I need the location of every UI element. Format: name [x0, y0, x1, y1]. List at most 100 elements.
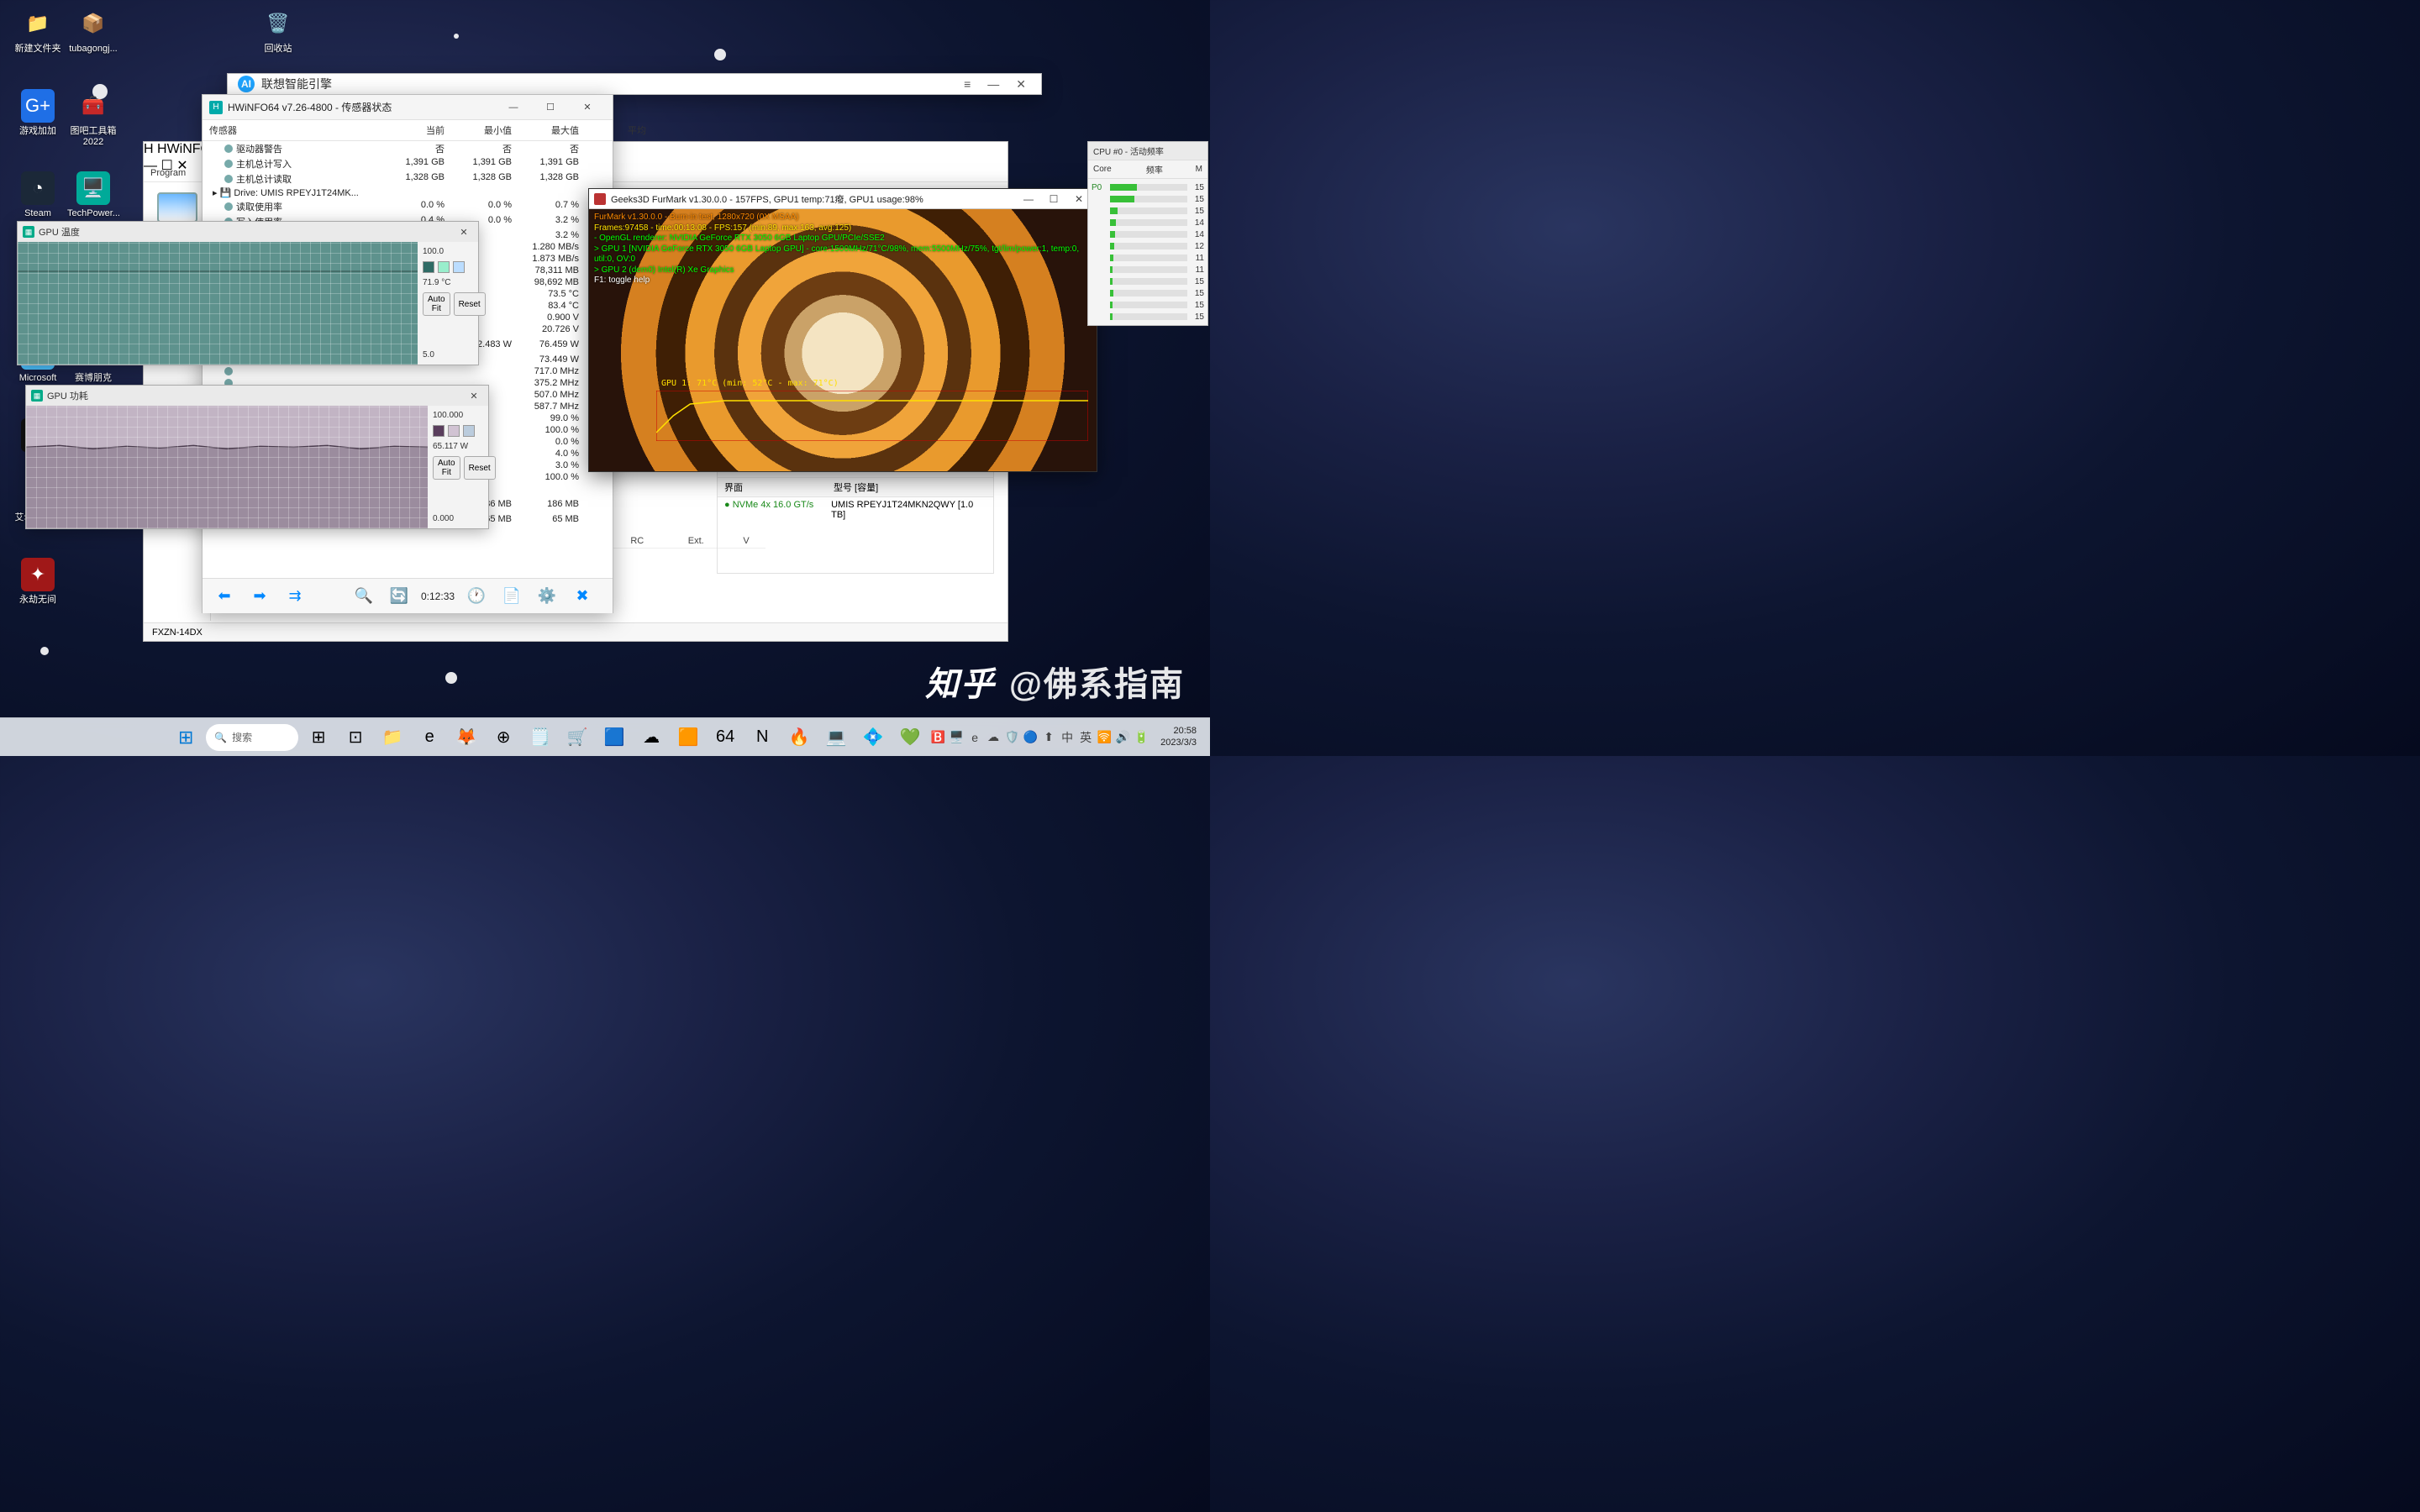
swatch-3[interactable]	[463, 425, 475, 437]
tray-icon[interactable]: 英	[1078, 730, 1093, 745]
close-x-icon[interactable]: ✖	[569, 583, 596, 610]
taskbar-app[interactable]: e	[413, 721, 446, 754]
desktop-icon[interactable]: G+游戏加加	[12, 89, 64, 137]
tray-icon[interactable]: 🛡️	[1004, 730, 1019, 745]
reset-button[interactable]: Reset	[464, 456, 496, 480]
tray-icon[interactable]: 🔵	[1023, 730, 1038, 745]
tray-icon[interactable]: ⬆	[1041, 730, 1056, 745]
cpuf-col-core: Core	[1093, 165, 1113, 174]
sensor-row[interactable]: 主机总计读取1,328 GB1,328 GB1,328 GB	[203, 171, 613, 186]
nav-dbl-icon[interactable]: ⇉	[281, 583, 308, 610]
search-icon[interactable]: 🔍	[350, 583, 377, 610]
sensor-row[interactable]: 717.0 MHz1,503.2 MHz	[203, 365, 613, 377]
close-icon[interactable]: ✕	[465, 391, 483, 402]
taskbar-app[interactable]: 🗒️	[523, 721, 557, 754]
tray-icon[interactable]: e	[967, 730, 982, 745]
search-placeholder: 搜索	[232, 730, 252, 744]
taskbar-app[interactable]: 🟧	[671, 721, 705, 754]
tray-icon[interactable]: 🔊	[1115, 730, 1130, 745]
taskbar-app[interactable]: ⊡	[339, 721, 372, 754]
nav-fwd-icon[interactable]: ➡	[246, 583, 273, 610]
desktop-icon[interactable]: 🧰图吧工具箱 2022	[67, 89, 119, 148]
sensor-row[interactable]: ▸ 💾 Drive: UMIS RPEYJ1T24MK...	[203, 186, 613, 199]
swatch-2[interactable]	[448, 425, 460, 437]
maximize-button[interactable]: ☐	[532, 96, 569, 119]
close-icon[interactable]: ✕	[455, 227, 473, 238]
taskbar-clock[interactable]: 20:58 2023/3/3	[1154, 726, 1203, 748]
summary-monitor-icon	[157, 192, 197, 223]
tray-icon[interactable]: 🔋	[1134, 730, 1149, 745]
nav-back-icon[interactable]: ⬅	[211, 583, 238, 610]
taskbar-app[interactable]: 🟦	[597, 721, 631, 754]
cpu-core-row: 11	[1092, 264, 1204, 276]
taskbar-app[interactable]: N	[745, 721, 779, 754]
tray-icon[interactable]: 🛜	[1097, 730, 1112, 745]
gpu-pwr-cur: 65.117 W	[433, 442, 483, 451]
swatch-2[interactable]	[438, 261, 450, 273]
maximize-button[interactable]: ☐	[1041, 193, 1066, 205]
tray-icon[interactable]: ☁	[986, 730, 1001, 745]
tray-icon[interactable]: 🅱️	[930, 730, 945, 745]
swatch-3[interactable]	[453, 261, 465, 273]
cpuf-col-m: M	[1196, 165, 1202, 174]
taskbar-app[interactable]: 64	[708, 721, 742, 754]
desktop-icon[interactable]: 🗑️回收站	[252, 7, 304, 55]
save-icon[interactable]: 📄	[498, 583, 525, 610]
cpu-core-row: 15	[1092, 299, 1204, 311]
drive-model: UMIS RPEYJ1T24MKN2QWY [1.0 TB]	[831, 500, 986, 520]
cpu-core-row: 15	[1092, 193, 1204, 205]
close-button[interactable]: ✕	[1016, 77, 1026, 92]
autofit-button[interactable]: Auto Fit	[433, 456, 460, 480]
search-icon: 🔍	[214, 732, 227, 743]
hwinfo-sensors-title: HWiNFO64 v7.26-4800 - 传感器状态	[228, 100, 495, 114]
cpu-core-row: 14	[1092, 228, 1204, 240]
desktop-icon[interactable]: 📦tubagongj...	[67, 7, 119, 55]
reset-button[interactable]: Reset	[454, 292, 486, 316]
taskbar-app[interactable]: ☁	[634, 721, 668, 754]
cpuf-title: CPU #0 - 活动频率	[1093, 144, 1164, 157]
close-button[interactable]: ✕	[569, 96, 606, 119]
taskbar-app[interactable]: 🔥	[782, 721, 816, 754]
taskbar-app[interactable]: 🛒	[560, 721, 594, 754]
menu-program[interactable]: Program	[150, 168, 186, 178]
desktop-icon[interactable]: 🖥️TechPower...	[67, 171, 119, 219]
gpu-temp-min: 5.0	[423, 350, 473, 360]
desktop-icon[interactable]: ✦永劫无间	[12, 558, 64, 606]
taskbar-app[interactable]: ⊞	[302, 721, 335, 754]
taskbar-app[interactable]: ⊕	[487, 721, 520, 754]
gear-icon[interactable]: ⚙️	[534, 583, 560, 610]
swatch-1[interactable]	[423, 261, 434, 273]
refresh-icon[interactable]: 🔄	[386, 583, 413, 610]
desktop-icon[interactable]: ◔Steam	[12, 171, 64, 219]
tray-icon[interactable]: 🖥️	[949, 730, 964, 745]
taskbar-app[interactable]: 💚	[893, 721, 927, 754]
minimize-button[interactable]: —	[495, 96, 532, 119]
sensor-row[interactable]: 主机总计写入1,391 GB1,391 GB1,391 GB	[203, 156, 613, 171]
sensor-row[interactable]: 读取使用率0.0 %0.0 %0.7 %	[203, 199, 613, 214]
tray-icon[interactable]: 中	[1060, 730, 1075, 745]
menu-icon[interactable]: ≡	[964, 77, 971, 92]
taskbar: ⊞ 🔍 搜索 ⊞⊡📁e🦊⊕🗒️🛒🟦☁🟧64N🔥💻💠💚 🅱️🖥️e☁🛡️🔵⬆中英🛜…	[0, 717, 1210, 756]
furmark-title: Geeks3D FurMark v1.30.0.0 - 157FPS, GPU1…	[611, 192, 1016, 206]
sensor-row[interactable]: 驱动器警告否否否	[203, 141, 613, 156]
cpu-core-row: 12	[1092, 240, 1204, 252]
cpu-core-row: 15	[1092, 205, 1204, 217]
furmark-graph-label: GPU 1: 71°C (min: 52°C - max: 71°C)	[661, 379, 839, 388]
drives-col-iface: 界面	[724, 480, 834, 494]
swatch-1[interactable]	[433, 425, 445, 437]
minimize-button[interactable]: —	[987, 77, 999, 92]
autofit-button[interactable]: Auto Fit	[423, 292, 450, 316]
start-button[interactable]: ⊞	[169, 721, 203, 754]
taskbar-app[interactable]: 📁	[376, 721, 409, 754]
clock-icon[interactable]: 🕐	[463, 583, 490, 610]
cpu-core-row: 15	[1092, 276, 1204, 287]
taskbar-app[interactable]: 💠	[856, 721, 890, 754]
cpuf-col-freq: 频率	[1113, 163, 1196, 176]
taskbar-search[interactable]: 🔍 搜索	[206, 724, 298, 751]
minimize-button[interactable]: —	[1016, 193, 1041, 205]
graph-icon: ▦	[31, 390, 43, 402]
taskbar-app[interactable]: 🦊	[450, 721, 483, 754]
gpu-pwr-max: 100.000	[433, 411, 483, 420]
taskbar-app[interactable]: 💻	[819, 721, 853, 754]
desktop-icon[interactable]: 📁新建文件夹	[12, 7, 64, 55]
